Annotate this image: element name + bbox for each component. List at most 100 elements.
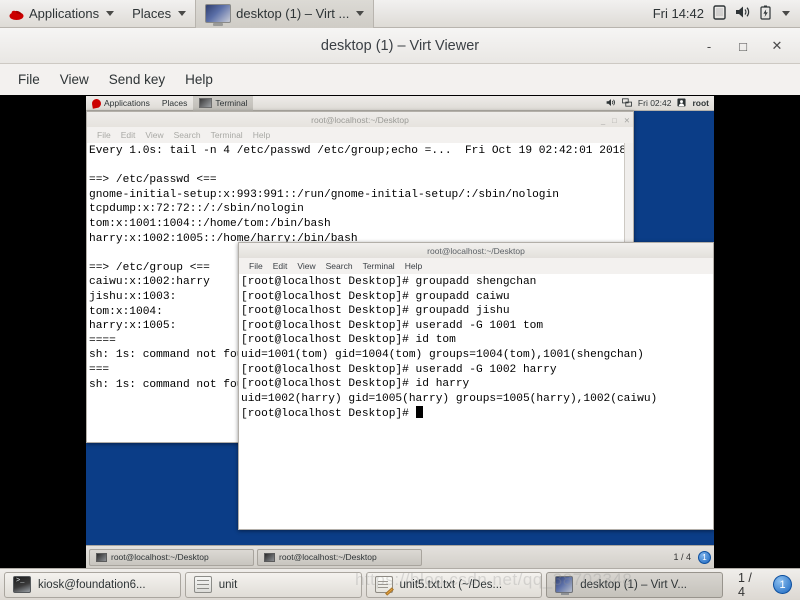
maximize-button[interactable]: □ (726, 28, 760, 64)
text-editor-icon (374, 576, 393, 593)
host-task-3-label: desktop (1) – Virt V... (580, 578, 688, 591)
display-icon[interactable] (713, 4, 726, 23)
battery-icon[interactable] (760, 5, 771, 23)
volume-icon[interactable] (735, 5, 751, 22)
vm-task-0[interactable]: root@localhost:~/Desktop (89, 548, 254, 566)
terminal-line: gnome-initial-setup:x:993:991::/run/gnom… (89, 188, 559, 201)
host-task-3[interactable]: desktop (1) – Virt V... (546, 571, 723, 598)
bg-menu-search[interactable]: Search (169, 130, 206, 140)
host-workspace-pager[interactable]: 1 / 4 (731, 571, 769, 599)
terminal-line: ==> /etc/passwd <== (89, 174, 217, 187)
foreground-terminal-window[interactable]: root@localhost:~/Desktop File Edit View … (238, 242, 714, 530)
vm-clock[interactable]: Fri 02:42 (638, 98, 672, 108)
host-task-2-label: unit5.txt.txt (~/Des... (399, 578, 503, 591)
network-icon[interactable] (622, 97, 632, 109)
fg-menu-search[interactable]: Search (321, 261, 358, 271)
host-task-2[interactable]: unit5.txt.txt (~/Des... (365, 571, 543, 598)
background-terminal-menubar: File Edit View Search Terminal Help (86, 127, 634, 143)
fg-menu-view[interactable]: View (292, 261, 320, 271)
window-thumbnail-icon (205, 4, 232, 26)
fg-menu-terminal[interactable]: Terminal (358, 261, 400, 271)
bg-menu-help[interactable]: Help (248, 130, 275, 140)
terminal-line: tom:x:1001:1004::/home/tom:/bin/bash (89, 217, 331, 230)
vm-workspace-pager[interactable]: 1 / 4 (673, 552, 695, 562)
host-system-tray: Fri 14:42 (653, 4, 800, 23)
host-task-1[interactable]: unit (184, 571, 362, 598)
host-applications-label: Applications (29, 6, 100, 21)
virt-viewer-title: desktop (1) – Virt Viewer (320, 37, 480, 54)
redhat-logo-icon (91, 97, 102, 109)
foreground-terminal-title: root@localhost:~/Desktop (427, 245, 525, 256)
maximize-icon[interactable]: □ (612, 116, 617, 125)
background-terminal-titlebar: root@localhost:~/Desktop _ □ ✕ (86, 111, 634, 127)
terminal-line: [root@localhost Desktop]# useradd -G 100… (241, 319, 544, 332)
terminal-cursor (415, 406, 423, 419)
monitor-icon (555, 576, 574, 595)
background-terminal-window-controls: _ □ ✕ (601, 112, 630, 128)
vm-user-label[interactable]: root (692, 98, 709, 108)
menu-file[interactable]: File (8, 72, 50, 87)
vm-active-window-item[interactable]: Terminal (193, 96, 254, 111)
terminal-icon (199, 98, 213, 108)
menu-help[interactable]: Help (175, 72, 223, 87)
terminal-line: tcpdump:x:72:72::/:/sbin/nologin (89, 203, 304, 216)
menu-view[interactable]: View (50, 72, 99, 87)
vm-task-1-label: root@localhost:~/Desktop (279, 552, 377, 562)
host-applications-menu[interactable]: Applications (0, 0, 123, 28)
terminal-line: uid=1001(tom) gid=1004(tom) groups=1004(… (241, 348, 644, 361)
bg-menu-edit[interactable]: Edit (116, 130, 141, 140)
vm-places-menu[interactable]: Places (156, 96, 194, 111)
host-window-menu[interactable]: desktop (1) – Virt ... (195, 0, 375, 28)
vm-taskbar: root@localhost:~/Desktop root@localhost:… (86, 545, 714, 568)
bg-menu-terminal[interactable]: Terminal (206, 130, 248, 140)
terminal-line: [root@localhost Desktop]# groupadd caiwu (241, 290, 510, 303)
fg-menu-help[interactable]: Help (400, 261, 427, 271)
terminal-icon (264, 552, 275, 562)
host-clock[interactable]: Fri 14:42 (653, 6, 704, 21)
vm-system-tray: Fri 02:42 root (606, 97, 714, 109)
background-terminal-title: root@localhost:~/Desktop (311, 114, 409, 125)
minimize-button[interactable]: - (692, 28, 726, 64)
vm-display[interactable]: Applications Places Terminal Fri 02:42 r… (86, 96, 714, 568)
host-task-0[interactable]: kiosk@foundation6... (4, 571, 181, 598)
menu-send-key[interactable]: Send key (99, 72, 175, 87)
vm-places-label: Places (161, 98, 188, 108)
close-icon[interactable]: ✕ (624, 116, 630, 125)
vm-task-1[interactable]: root@localhost:~/Desktop (257, 548, 422, 566)
terminal-line: [root@localhost Desktop]# id tom (241, 334, 456, 347)
terminal-line: Every 1.0s: tail -n 4 /etc/passwd /etc/g… (89, 145, 627, 157)
virt-viewer-menubar: File View Send key Help (0, 64, 800, 96)
terminal-line: [root@localhost Desktop]# (241, 406, 713, 422)
terminal-line: uid=1002(harry) gid=1005(harry) groups=1… (241, 392, 658, 405)
terminal-line: [root@localhost Desktop]# useradd -G 100… (241, 363, 557, 376)
minimize-icon[interactable]: _ (601, 116, 605, 125)
foreground-terminal-output[interactable]: [root@localhost Desktop]# groupadd sheng… (238, 274, 714, 530)
chevron-down-icon[interactable] (782, 11, 790, 16)
bg-menu-view[interactable]: View (140, 130, 168, 140)
host-places-label: Places (132, 6, 172, 21)
close-button[interactable]: ✕ (760, 28, 794, 64)
bg-menu-file[interactable]: File (92, 130, 116, 140)
fg-menu-edit[interactable]: Edit (268, 261, 293, 271)
terminal-line: [root@localhost Desktop]# groupadd sheng… (241, 276, 537, 288)
screen-root: Applications Places desktop (1) – Virt .… (0, 0, 800, 600)
vm-applications-menu[interactable]: Applications (86, 96, 156, 111)
host-window-title: desktop (1) – Virt ... (236, 6, 350, 21)
host-taskbar: kiosk@foundation6... unit unit5.txt.txt … (0, 568, 800, 600)
vm-workspace-badge[interactable]: 1 (698, 550, 711, 564)
host-places-menu[interactable]: Places (123, 0, 195, 28)
host-task-0-label: kiosk@foundation6... (38, 578, 146, 591)
fg-menu-file[interactable]: File (244, 261, 268, 271)
host-task-1-label: unit (218, 578, 238, 591)
volume-icon[interactable] (606, 98, 616, 109)
vm-task-0-label: root@localhost:~/Desktop (111, 552, 209, 562)
archive-icon (193, 576, 212, 593)
terminal-icon (13, 576, 31, 593)
host-workspace-badge[interactable]: 1 (773, 575, 792, 594)
terminal-line: [root@localhost Desktop]# id harry (241, 378, 470, 391)
vm-applications-label: Applications (104, 98, 150, 108)
chevron-down-icon (356, 11, 365, 16)
vm-top-panel: Applications Places Terminal Fri 02:42 r… (86, 96, 714, 111)
host-top-panel: Applications Places desktop (1) – Virt .… (0, 0, 800, 28)
